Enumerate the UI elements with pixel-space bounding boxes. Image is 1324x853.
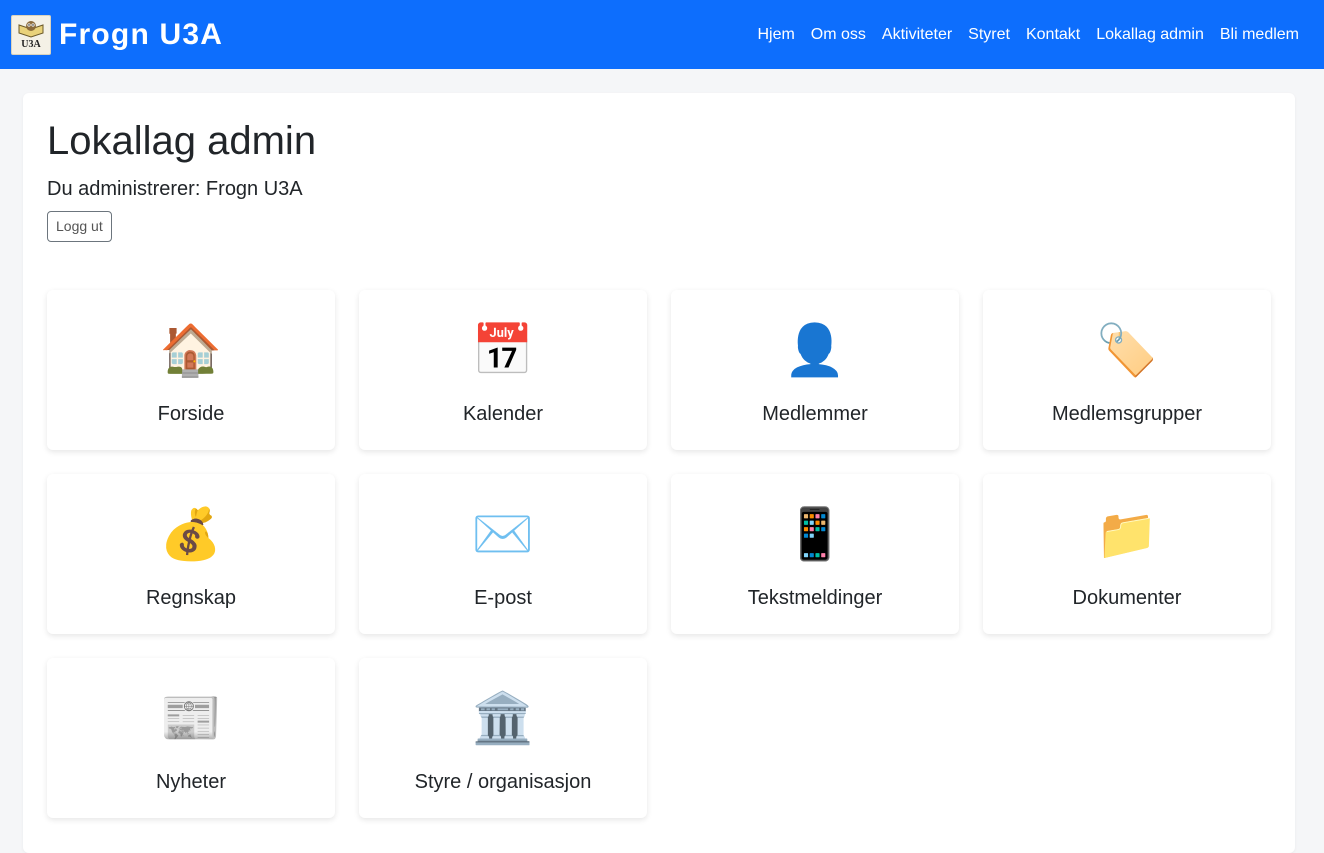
nav-bli-medlem[interactable]: Bli medlem [1220, 26, 1299, 44]
page-subtitle: Du administrerer: Frogn U3A [47, 178, 303, 200]
bank-icon: 🏛️ [471, 690, 535, 746]
card-e-post[interactable]: ✉️ E-post [359, 474, 647, 634]
folder-icon: 📁 [1095, 506, 1159, 562]
nav-styret[interactable]: Styret [968, 26, 1010, 44]
logo-text: U3A [21, 39, 41, 50]
nav-lokallag-admin[interactable]: Lokallag admin [1096, 26, 1204, 44]
phone-icon: 📱 [783, 506, 847, 562]
card-regnskap[interactable]: 💰 Regnskap [47, 474, 335, 634]
card-medlemsgrupper[interactable]: 🏷️ Medlemsgrupper [983, 290, 1271, 450]
nav-hjem[interactable]: Hjem [757, 26, 794, 44]
envelope-icon: ✉️ [471, 506, 535, 562]
money-bag-icon: 💰 [159, 506, 223, 562]
nav-om-oss[interactable]: Om oss [811, 26, 866, 44]
card-styre-organisasjon[interactable]: 🏛️ Styre / organisasjon [359, 658, 647, 818]
owl-book-icon [18, 21, 44, 38]
card-label: Kalender [462, 403, 544, 425]
card-label: Tekstmeldinger [747, 587, 883, 609]
brand-name[interactable]: Frogn U3A [59, 18, 223, 52]
logout-button[interactable]: Logg ut [47, 211, 112, 242]
newspaper-icon: 📰 [159, 690, 223, 746]
nav-aktiviteter[interactable]: Aktiviteter [882, 26, 952, 44]
card-medlemmer[interactable]: 👤 Medlemmer [671, 290, 959, 450]
nav-links: Hjem Om oss Aktiviteter Styret Kontakt L… [741, 26, 1299, 44]
card-label: Nyheter [155, 771, 227, 793]
card-label: E-post [474, 587, 532, 609]
card-nyheter[interactable]: 📰 Nyheter [47, 658, 335, 818]
card-label: Forside [157, 403, 225, 425]
user-icon: 👤 [783, 322, 847, 378]
admin-panel: Lokallag admin Du administrerer: Frogn U… [23, 93, 1295, 853]
card-tekstmeldinger[interactable]: 📱 Tekstmeldinger [671, 474, 959, 634]
nav-kontakt[interactable]: Kontakt [1026, 26, 1080, 44]
card-forside[interactable]: 🏠 Forside [47, 290, 335, 450]
card-kalender[interactable]: 📅 Kalender [359, 290, 647, 450]
card-label: Styre / organisasjon [414, 771, 592, 793]
calendar-icon: 📅 [471, 322, 535, 378]
navbar: U3A Frogn U3A Hjem Om oss Aktiviteter St… [0, 0, 1324, 69]
house-icon: 🏠 [159, 322, 223, 378]
admin-card-grid: 🏠 Forside 📅 Kalender 👤 Medlemmer 🏷️ Medl… [47, 290, 1271, 818]
card-label: Medlemmer [762, 403, 868, 425]
card-label: Regnskap [145, 587, 237, 609]
page-title: Lokallag admin [47, 119, 317, 163]
brand[interactable]: U3A Frogn U3A [11, 14, 223, 55]
card-dokumenter[interactable]: 📁 Dokumenter [983, 474, 1271, 634]
logo: U3A [11, 14, 51, 55]
card-label: Medlemsgrupper [1051, 403, 1203, 425]
card-label: Dokumenter [1072, 587, 1182, 609]
tag-icon: 🏷️ [1095, 322, 1159, 378]
